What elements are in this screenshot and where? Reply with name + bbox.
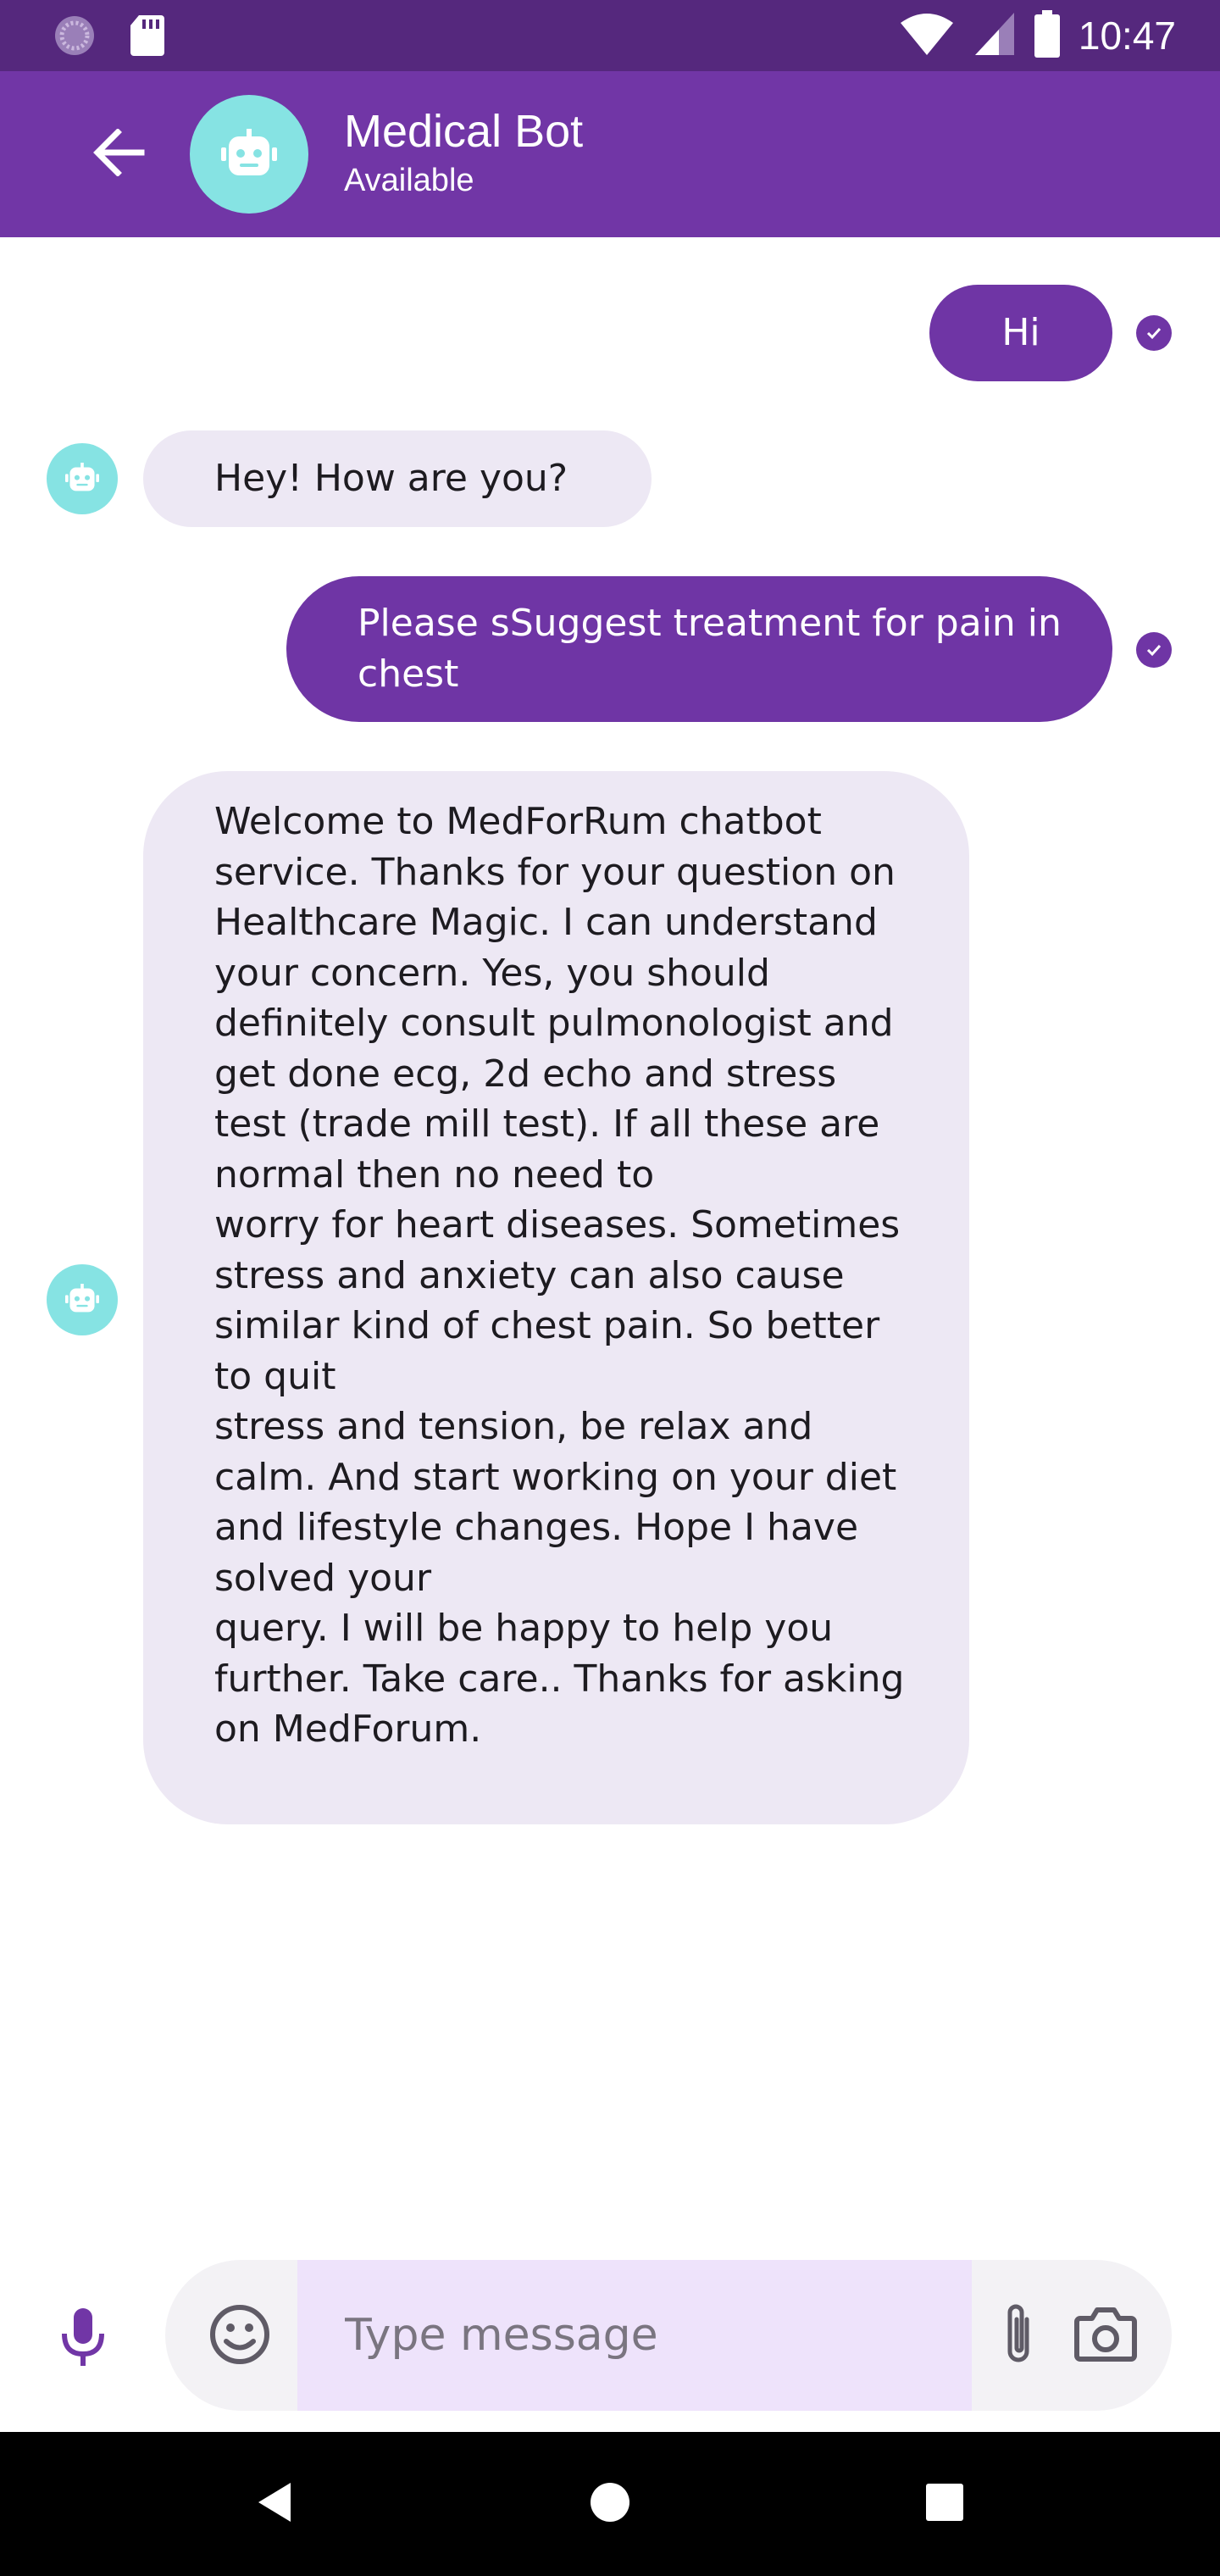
- nav-back-button[interactable]: [237, 2466, 313, 2542]
- cellular-signal-icon: [973, 11, 1016, 60]
- status-bar: 10:47: [0, 0, 1220, 71]
- chat-subtitle: Available: [344, 163, 474, 198]
- bot-message-avatar: [47, 1264, 118, 1335]
- status-bar-right: 10:47: [899, 10, 1176, 61]
- camera-icon: [1073, 2307, 1138, 2366]
- nav-back-icon: [257, 2481, 294, 2527]
- sd-card-icon: [129, 14, 166, 61]
- robot-icon: [221, 129, 277, 180]
- camera-button[interactable]: [1065, 2296, 1146, 2377]
- bot-avatar[interactable]: [190, 95, 308, 214]
- message-bubble-incoming[interactable]: Hey! How are you?: [143, 430, 652, 527]
- nav-recents-icon: [926, 2484, 963, 2524]
- emoji-icon: [208, 2303, 271, 2369]
- attach-button[interactable]: [980, 2296, 1056, 2377]
- battery-icon: [1034, 10, 1060, 61]
- back-button[interactable]: [85, 120, 152, 188]
- voice-record-button[interactable]: [51, 2301, 115, 2377]
- bot-message-avatar: [47, 443, 118, 514]
- nav-home-button[interactable]: [572, 2466, 648, 2542]
- system-navigation-bar: [0, 2432, 1220, 2576]
- chat-title: Medical Bot: [344, 106, 584, 157]
- app-notification-icon: [53, 14, 97, 61]
- back-arrow-icon: [92, 128, 145, 180]
- chat-message-list[interactable]: Hi Hey! How are you? Please sSuggest tre…: [0, 237, 1220, 2470]
- paperclip-icon: [999, 2301, 1038, 2372]
- wifi-icon: [899, 11, 955, 60]
- message-bubble-incoming[interactable]: Welcome to MedForRum chatbot service. Th…: [143, 771, 969, 1824]
- message-input-container: [165, 2260, 1172, 2411]
- microphone-icon: [59, 2307, 107, 2371]
- nav-home-icon: [589, 2481, 631, 2527]
- message-bubble-outgoing[interactable]: Hi: [929, 285, 1112, 381]
- status-time: 10:47: [1078, 14, 1176, 58]
- composer-bar: [0, 2233, 1220, 2432]
- message-input[interactable]: [297, 2260, 972, 2411]
- status-bar-left: [53, 14, 166, 61]
- robot-icon: [65, 1284, 99, 1316]
- app-bar: Medical Bot Available: [0, 71, 1220, 237]
- nav-recents-button[interactable]: [907, 2466, 983, 2542]
- delivered-check-icon: [1136, 315, 1172, 351]
- emoji-button[interactable]: [199, 2296, 280, 2377]
- robot-icon: [65, 463, 99, 495]
- message-bubble-outgoing[interactable]: Please sSuggest treatment for pain in ch…: [286, 576, 1112, 722]
- delivered-check-icon: [1136, 632, 1172, 668]
